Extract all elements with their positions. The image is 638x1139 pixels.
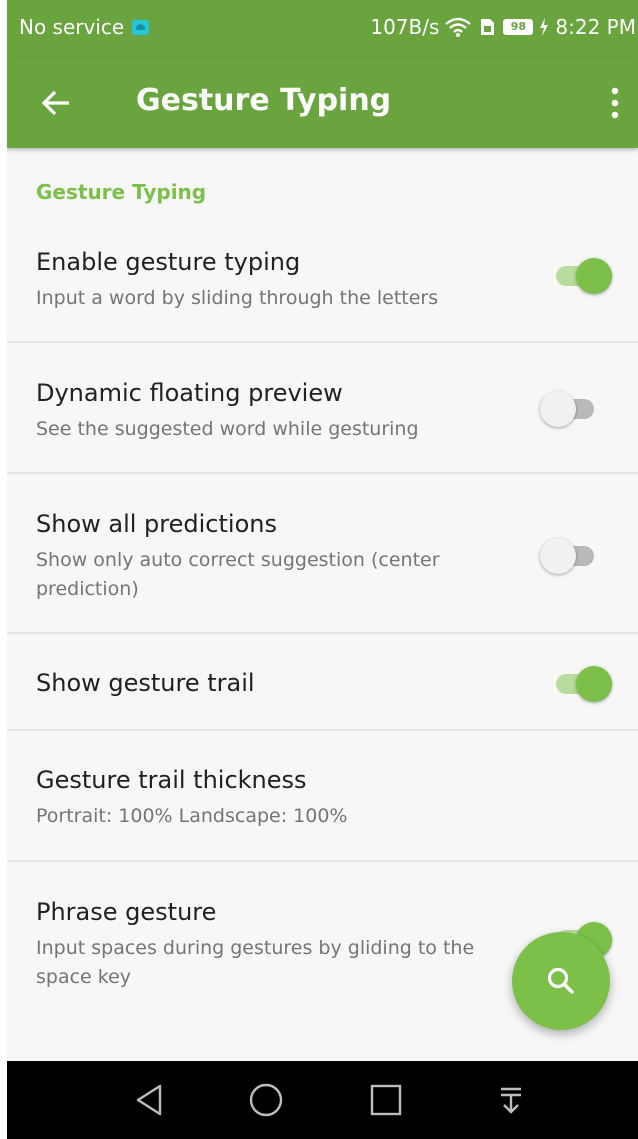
status-left: No service (19, 15, 150, 39)
pref-summary: Show only auto correct suggestion (cente… (36, 549, 440, 600)
toggle-switch-on[interactable] (550, 664, 612, 702)
pref-dynamic-floating-preview[interactable]: Dynamic floating preview See the suggest… (7, 343, 638, 474)
status-bar: No service 107B/s 98 8:22 PM (7, 0, 638, 58)
toggle-switch-on[interactable] (550, 256, 612, 294)
pref-title: Enable gesture typing (36, 248, 301, 276)
page-title: Gesture Typing (136, 83, 392, 118)
more-vert-icon (611, 87, 619, 119)
pref-title: Phrase gesture (36, 898, 217, 926)
screen: No service 107B/s 98 8:22 PM Gesture Typ… (0, 0, 638, 1139)
back-button[interactable] (31, 78, 81, 128)
switch-thumb (540, 391, 576, 427)
status-right: 107B/s 98 8:22 PM (370, 15, 636, 39)
carrier-text: No service (19, 15, 125, 39)
toolbar: Gesture Typing (7, 58, 638, 148)
switch-thumb (540, 538, 576, 574)
search-icon (547, 967, 574, 994)
clock-text: 8:22 PM (555, 15, 636, 39)
nav-recents-button[interactable] (364, 1078, 408, 1122)
pref-show-all-predictions[interactable]: Show all predictions Show only auto corr… (7, 474, 638, 634)
toggle-switch-off[interactable] (540, 389, 602, 427)
pref-summary: Portrait: 100% Landscape: 100% (36, 805, 348, 827)
arrow-back-icon (41, 90, 69, 116)
app-window: No service 107B/s 98 8:22 PM Gesture Typ… (7, 0, 638, 1061)
pref-summary: Input spaces during gestures by gliding … (36, 937, 475, 988)
nav-home-button[interactable] (244, 1078, 288, 1122)
switch-thumb (576, 258, 612, 294)
network-speed-text: 107B/s (370, 15, 440, 39)
pref-title: Show gesture trail (36, 669, 255, 697)
section-header: Gesture Typing (36, 180, 207, 204)
pref-title: Dynamic floating preview (36, 379, 343, 407)
nav-back-button[interactable] (127, 1078, 171, 1122)
battery-icon: 98 (503, 19, 534, 35)
pref-summary: See the suggested word while gesturing (36, 418, 419, 440)
recents-square-icon (370, 1084, 402, 1116)
navigation-bar (7, 1061, 638, 1139)
pref-title: Show all predictions (36, 510, 277, 538)
overflow-menu-button[interactable] (602, 80, 628, 126)
notification-pull-down-icon (501, 1087, 521, 1114)
pref-enable-gesture-typing[interactable]: Enable gesture typing Input a word by sl… (7, 226, 638, 343)
android-debug-icon (132, 19, 150, 35)
back-triangle-icon (136, 1084, 162, 1116)
pref-summary: Input a word by sliding through the lett… (36, 287, 439, 309)
toggle-switch-off[interactable] (540, 536, 602, 574)
pref-title: Gesture trail thickness (36, 766, 307, 794)
charging-bolt-icon (540, 18, 549, 36)
nav-notification-button[interactable] (489, 1078, 533, 1122)
home-circle-icon (249, 1083, 283, 1117)
pref-show-gesture-trail[interactable]: Show gesture trail (7, 634, 638, 731)
wifi-icon (445, 17, 472, 37)
search-fab[interactable] (512, 932, 610, 1030)
sim-card-icon (481, 19, 495, 35)
pref-gesture-trail-thickness[interactable]: Gesture trail thickness Portrait: 100% L… (7, 731, 638, 862)
switch-thumb (576, 666, 612, 702)
